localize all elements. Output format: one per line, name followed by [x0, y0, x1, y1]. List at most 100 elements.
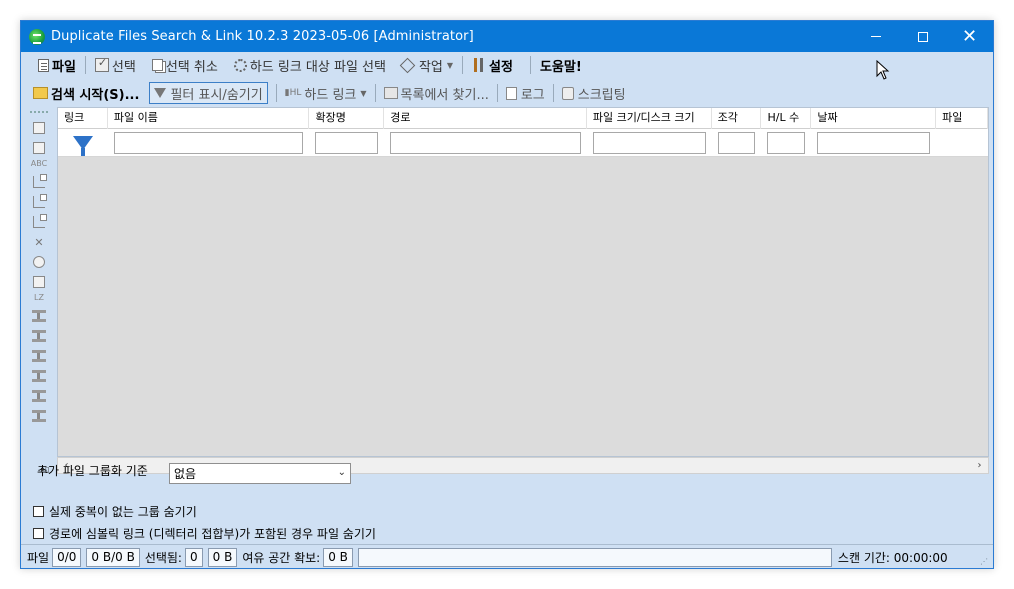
hide-non-duplicate-checkbox[interactable]	[33, 506, 44, 517]
path-filter-input[interactable]	[390, 131, 581, 154]
side-toolbar: ABC ✕ LZ	[25, 109, 53, 477]
tree-delete-button[interactable]	[30, 213, 48, 231]
expand-all-button[interactable]	[30, 119, 48, 137]
column-icon	[32, 350, 46, 362]
column-header-hl-count[interactable]: H/L 수	[761, 108, 812, 129]
column-tool-1-button[interactable]	[30, 307, 48, 325]
close-icon: ✕	[961, 26, 978, 47]
menu-file-label: 파일	[52, 59, 76, 75]
column-tool-2-button[interactable]	[30, 347, 48, 365]
menu-file[interactable]: 파일	[33, 54, 81, 76]
grouping-select[interactable]: 없음 ⌄	[169, 463, 351, 484]
toggle-filter-button[interactable]: 필터 표시/숨기기	[149, 82, 268, 104]
start-search-button[interactable]: 검색 시작(S)...	[29, 82, 143, 104]
column-header-date[interactable]: 날짜	[811, 108, 937, 129]
lz-compress-label[interactable]: LZ	[34, 293, 44, 303]
maximize-icon	[917, 31, 928, 42]
filter-cell-filename	[108, 129, 310, 157]
toolbar-separator	[374, 84, 376, 102]
results-grid[interactable]: 링크 파일 이름 확장명 경로 파일 크기/디스크 크기 조각 H/L 수 날짜…	[57, 107, 989, 457]
column-header-filename[interactable]: 파일 이름	[108, 108, 310, 129]
menu-actions-label: 작업	[418, 59, 443, 75]
column-header-extension[interactable]: 확장명	[309, 108, 385, 129]
title-bar[interactable]: Duplicate Files Search & Link 10.2.3 202…	[21, 21, 993, 52]
menu-help[interactable]: 도움말!	[535, 54, 587, 76]
menu-deselect[interactable]: 선택 취소	[147, 54, 223, 76]
column-tool-3-button[interactable]	[30, 367, 48, 385]
close-button[interactable]: ✕	[946, 21, 993, 52]
export-button[interactable]	[30, 273, 48, 291]
dropdown-caret-icon: ▼	[360, 88, 367, 98]
filter-row	[58, 129, 988, 157]
document-icon	[38, 58, 49, 72]
column-icon	[32, 390, 46, 402]
column-filter-button[interactable]	[30, 327, 48, 345]
hard-link-button[interactable]: ▮HL 하드 링크 ▼	[281, 82, 371, 104]
hide-symlink-checkbox[interactable]	[33, 528, 44, 539]
size-filter-input[interactable]	[592, 131, 706, 154]
main-toolbar: 검색 시작(S)... 필터 표시/숨기기 ▮HL 하드 링크 ▼ 목록에서 찾…	[21, 80, 993, 106]
menu-actions[interactable]: 작업 ▼	[397, 54, 458, 76]
collapse-all-button[interactable]	[30, 139, 48, 157]
toggle-filter-label: 필터 표시/숨기기	[170, 87, 263, 103]
dropdown-caret-icon: ▼	[446, 60, 454, 70]
find-in-list-label: 목록에서 찾기...	[400, 87, 489, 103]
window-title: Duplicate Files Search & Link 10.2.3 202…	[51, 29, 474, 44]
app-window: Duplicate Files Search & Link 10.2.3 202…	[20, 20, 994, 569]
extension-filter-input[interactable]	[315, 131, 379, 154]
remove-button[interactable]: ✕	[30, 233, 48, 251]
menu-select-hardlink-targets[interactable]: 하드 링크 대상 파일 선택	[229, 54, 391, 76]
gear-icon	[233, 58, 247, 72]
filter-cell-extension	[309, 129, 384, 157]
tools-icon	[472, 58, 486, 72]
menu-select[interactable]: 선택	[90, 54, 141, 76]
abc-sort-label[interactable]: ABC	[31, 159, 47, 169]
recycle-button[interactable]	[30, 253, 48, 271]
hide-non-duplicate-label: 실제 중복이 없는 그룹 숨기기	[49, 505, 197, 519]
column-header-size[interactable]: 파일 크기/디스크 크기	[587, 108, 712, 129]
script-icon	[561, 86, 574, 100]
scroll-right-icon[interactable]: ›	[971, 458, 988, 473]
hide-non-duplicate-option[interactable]: 실제 중복이 없는 그룹 숨기기	[33, 503, 197, 520]
fragments-filter-input[interactable]	[717, 131, 756, 154]
find-in-list-button[interactable]: 목록에서 찾기...	[380, 82, 493, 104]
status-files-size: 0 B/0 B	[86, 547, 140, 567]
hide-symlink-option[interactable]: 경로에 심볼릭 링크 (디렉터리 접합부)가 포함된 경우 파일 숨기기	[33, 525, 376, 542]
log-button[interactable]: 로그	[502, 82, 549, 104]
toolbar-separator	[496, 84, 498, 102]
log-icon	[505, 86, 517, 100]
hl-count-filter-input[interactable]	[767, 131, 806, 154]
collapse-icon	[33, 142, 45, 154]
minimize-button[interactable]	[852, 21, 899, 52]
scripting-button[interactable]: 스크립팅	[558, 82, 630, 104]
column-header-file[interactable]: 파일	[936, 108, 988, 129]
menu-select-hardlink-targets-label: 하드 링크 대상 파일 선택	[249, 59, 386, 75]
menu-settings-label: 설정	[489, 59, 513, 75]
column-icon	[32, 310, 46, 322]
hard-link-label: 하드 링크	[304, 87, 357, 103]
tree-view-button[interactable]	[30, 173, 48, 191]
status-freed-label: 여유 공간 확보:	[242, 550, 321, 565]
column-header-path[interactable]: 경로	[384, 108, 587, 129]
filename-filter-input[interactable]	[113, 131, 304, 154]
tree-select-button[interactable]	[30, 193, 48, 211]
column-header-fragments[interactable]: 조각	[712, 108, 762, 129]
hardlink-icon: ▮HL	[284, 88, 302, 98]
toolbar-separator	[275, 84, 277, 102]
menu-separator	[529, 56, 531, 74]
filter-funnel-icon[interactable]	[72, 135, 93, 156]
recycle-icon	[33, 256, 45, 268]
column-tool-5-button[interactable]	[30, 407, 48, 425]
column-header-link[interactable]: 링크	[58, 108, 108, 129]
maximize-button[interactable]	[899, 21, 946, 52]
column-tool-4-button[interactable]	[30, 387, 48, 405]
toolbar-grip[interactable]	[30, 111, 48, 113]
date-filter-input[interactable]	[817, 131, 931, 154]
status-selected-size: 0 B	[207, 547, 238, 567]
status-bar: 파일 0/0 0 B/0 B 선택됨: 0 0 B 여유 공간 확보: 0 B …	[21, 544, 993, 568]
resize-grip-icon[interactable]: ⋰	[980, 557, 990, 567]
grid-header: 링크 파일 이름 확장명 경로 파일 크기/디스크 크기 조각 H/L 수 날짜…	[58, 108, 988, 129]
minimize-icon	[870, 36, 881, 37]
filter-cell-link	[58, 129, 108, 157]
menu-settings[interactable]: 설정	[467, 54, 518, 76]
